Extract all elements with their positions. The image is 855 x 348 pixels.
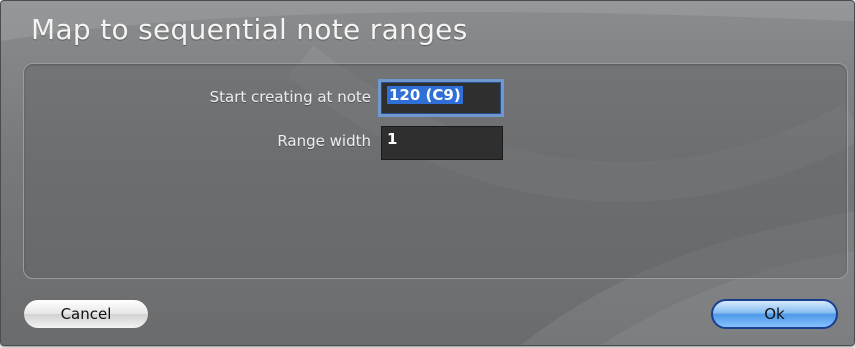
ok-button[interactable]: Ok (711, 299, 838, 329)
ok-button-label: Ok (764, 305, 785, 323)
range-width-label: Range width (277, 132, 371, 150)
cancel-button[interactable]: Cancel (23, 299, 149, 329)
cancel-button-label: Cancel (60, 305, 112, 323)
dialog-title: Map to sequential note ranges (31, 13, 468, 46)
map-note-ranges-dialog: Map to sequential note ranges Start crea… (0, 0, 855, 346)
range-width-field[interactable]: 1 (381, 126, 503, 160)
range-width-value: 1 (387, 130, 398, 148)
start-note-value: 120 (C9) (387, 86, 463, 104)
start-note-field[interactable]: 120 (C9) (381, 82, 501, 114)
start-note-label: Start creating at note (209, 88, 371, 106)
